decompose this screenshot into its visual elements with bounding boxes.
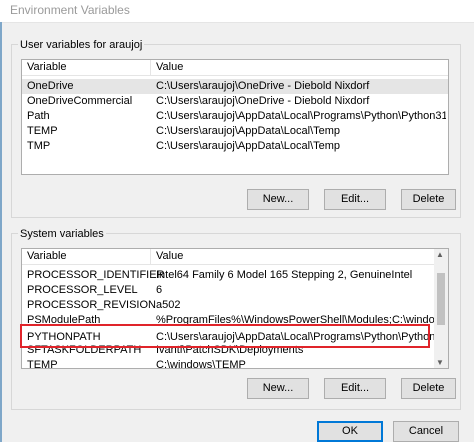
- table-row[interactable]: SFTASKFOLDERPATH Ivanti\PatchSDK\Deploym…: [22, 343, 448, 358]
- variable-value: C:\Users\araujoj\OneDrive - Diebold Nixd…: [156, 95, 370, 107]
- variable-name: TEMP: [27, 125, 58, 137]
- table-row[interactable]: PROCESSOR_IDENTIFIER Intel64 Family 6 Mo…: [22, 268, 448, 283]
- system-variables-label: System variables: [18, 228, 106, 240]
- user-delete-button[interactable]: Delete: [401, 189, 456, 210]
- scroll-up-arrow-icon[interactable]: ▲: [436, 250, 444, 259]
- variable-value: C:\Users\araujoj\AppData\Local\Programs\…: [156, 331, 446, 343]
- table-row[interactable]: PROCESSOR_LEVEL 6: [22, 283, 448, 298]
- ok-button[interactable]: OK: [317, 421, 383, 442]
- variable-name: OneDrive: [27, 80, 74, 92]
- user-list-header: Variable Value: [22, 60, 448, 76]
- scrollbar-thumb[interactable]: [437, 273, 445, 325]
- table-row[interactable]: PROCESSOR_REVISION a502: [22, 298, 448, 313]
- user-edit-button[interactable]: Edit...: [324, 189, 386, 210]
- variable-name: TMP: [27, 140, 51, 152]
- title-bar: Environment Variables: [0, 0, 474, 23]
- variable-value: 6: [156, 284, 163, 296]
- variable-value: a502: [156, 299, 181, 311]
- variable-name: SFTASKFOLDERPATH: [27, 344, 142, 356]
- variable-name: OneDriveCommercial: [27, 95, 133, 107]
- variable-name: PROCESSOR_REVISION: [27, 299, 156, 311]
- table-row[interactable]: PSModulePath %ProgramFiles%\WindowsPower…: [22, 313, 448, 328]
- vertical-scrollbar[interactable]: ▲ ▼: [434, 249, 448, 368]
- window-left-edge: [0, 22, 2, 442]
- table-row[interactable]: TEMP C:\windows\TEMP: [22, 358, 448, 369]
- variable-value: Intel64 Family 6 Model 165 Stepping 2, G…: [156, 269, 413, 281]
- variable-name: PYTHONPATH: [27, 331, 101, 343]
- system-list-header: Variable Value: [22, 249, 448, 265]
- variable-name: PROCESSOR_IDENTIFIER: [27, 269, 165, 281]
- column-separator[interactable]: [150, 60, 151, 75]
- column-header-value[interactable]: Value: [156, 61, 183, 73]
- table-row[interactable]: TEMP C:\Users\araujoj\AppData\Local\Temp: [22, 124, 448, 139]
- table-row[interactable]: TMP C:\Users\araujoj\AppData\Local\Temp: [22, 139, 448, 154]
- table-row[interactable]: OneDriveCommercial C:\Users\araujoj\OneD…: [22, 94, 448, 109]
- variable-value: C:\Users\araujoj\AppData\Local\Programs\…: [156, 110, 446, 122]
- column-header-variable[interactable]: Variable: [27, 61, 67, 73]
- column-header-variable[interactable]: Variable: [27, 250, 67, 262]
- variable-name: PROCESSOR_LEVEL: [27, 284, 138, 296]
- column-separator[interactable]: [150, 249, 151, 264]
- table-row[interactable]: Path C:\Users\araujoj\AppData\Local\Prog…: [22, 109, 448, 124]
- variable-value: C:\Users\araujoj\OneDrive - Diebold Nixd…: [156, 80, 370, 92]
- user-variables-list[interactable]: Variable Value OneDrive C:\Users\araujoj…: [21, 59, 449, 175]
- variable-value: C:\Users\araujoj\AppData\Local\Temp: [156, 125, 341, 137]
- user-new-button[interactable]: New...: [247, 189, 309, 210]
- variable-value: C:\windows\TEMP: [156, 359, 246, 369]
- variable-name: TEMP: [27, 359, 58, 369]
- system-edit-button[interactable]: Edit...: [324, 378, 386, 399]
- cancel-button[interactable]: Cancel: [393, 421, 459, 442]
- window-title: Environment Variables: [10, 3, 130, 17]
- table-row[interactable]: OneDrive C:\Users\araujoj\OneDrive - Die…: [22, 79, 448, 94]
- system-delete-button[interactable]: Delete: [401, 378, 456, 399]
- user-variables-label: User variables for araujoj: [18, 39, 145, 51]
- variable-value: Ivanti\PatchSDK\Deployments: [156, 344, 304, 356]
- variable-name: Path: [27, 110, 50, 122]
- variable-name: PSModulePath: [27, 314, 101, 326]
- column-header-value[interactable]: Value: [156, 250, 183, 262]
- system-variables-list[interactable]: Variable Value PROCESSOR_IDENTIFIER Inte…: [21, 248, 449, 369]
- variable-value: C:\Users\araujoj\AppData\Local\Temp: [156, 140, 341, 152]
- variable-value: %ProgramFiles%\WindowsPowerShell\Modules…: [156, 314, 446, 326]
- system-new-button[interactable]: New...: [247, 378, 309, 399]
- scroll-down-arrow-icon[interactable]: ▼: [436, 358, 444, 367]
